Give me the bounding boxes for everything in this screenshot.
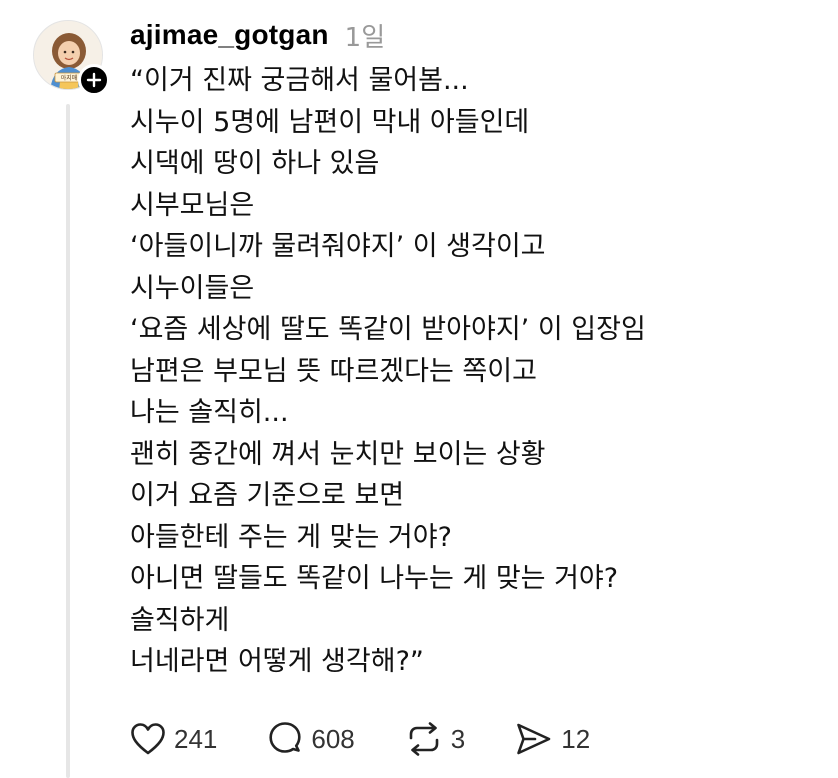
post-line: 이거 요즘 기준으로 보면 <box>130 480 405 511</box>
post-line: 시누이들은 <box>130 272 255 304</box>
post-line: 아들한테 주는 게 맞는 거야? <box>130 521 452 553</box>
heart-icon <box>131 723 165 755</box>
post-line: “이거 진짜 궁금해서 물어봄... <box>130 65 469 96</box>
thread-post: 아지매 ajimae_gotgan 1일 “이거 진짜 궁금해서 물어봄... … <box>0 0 838 778</box>
like-button[interactable]: 241 <box>130 722 217 756</box>
post-header: ajimae_gotgan 1일 <box>130 16 385 54</box>
post-line: 시부모님은 <box>130 189 255 221</box>
repost-count: 3 <box>450 723 466 754</box>
post-body: “이거 진짜 궁금해서 물어봄... 시누이 5명에 남편이 막내 아들인데 시… <box>130 60 810 683</box>
repost-icon <box>409 722 439 756</box>
share-count: 12 <box>561 723 591 754</box>
comment-bubble-icon <box>269 722 301 753</box>
post-line: 나는 솔직히... <box>130 397 289 428</box>
share-button[interactable]: 12 <box>515 721 590 757</box>
post-line: 아니면 딸들도 똑같이 나누는 게 맞는 거야? <box>130 563 619 594</box>
repost-button[interactable]: 3 <box>405 721 465 757</box>
post-line: 남편은 부모님 뜻 따르겠다는 쪽이고 <box>130 355 537 387</box>
post-line: 시누이 5명에 남편이 막내 아들인데 <box>130 106 530 138</box>
post-line: 솔직하게 <box>130 604 230 636</box>
username[interactable]: ajimae_gotgan <box>130 19 329 51</box>
post-line: 괜히 중간에 껴서 눈치만 보이는 상황 <box>130 438 546 470</box>
comment-count: 608 <box>311 723 355 754</box>
action-bar: 241 608 3 12 <box>130 718 640 760</box>
avatar-column: 아지매 <box>33 20 110 96</box>
follow-button[interactable] <box>78 64 110 96</box>
avatar-sign-text: 아지매 <box>61 74 78 82</box>
timestamp[interactable]: 1일 <box>345 17 385 54</box>
post-line: 너네라면 어떻게 생각해?” <box>130 646 424 677</box>
plus-icon <box>86 72 102 88</box>
like-count: 241 <box>174 723 218 754</box>
thread-line <box>66 104 70 778</box>
post-line: ‘아들이니까 물려줘야지’ 이 생각이고 <box>130 231 546 262</box>
send-icon <box>517 723 551 755</box>
post-line: 시댁에 땅이 하나 있음 <box>130 148 380 179</box>
comment-button[interactable]: 608 <box>267 721 355 757</box>
post-line: ‘요즘 세상에 딸도 똑같이 받아야지’ 이 입장임 <box>130 314 646 345</box>
